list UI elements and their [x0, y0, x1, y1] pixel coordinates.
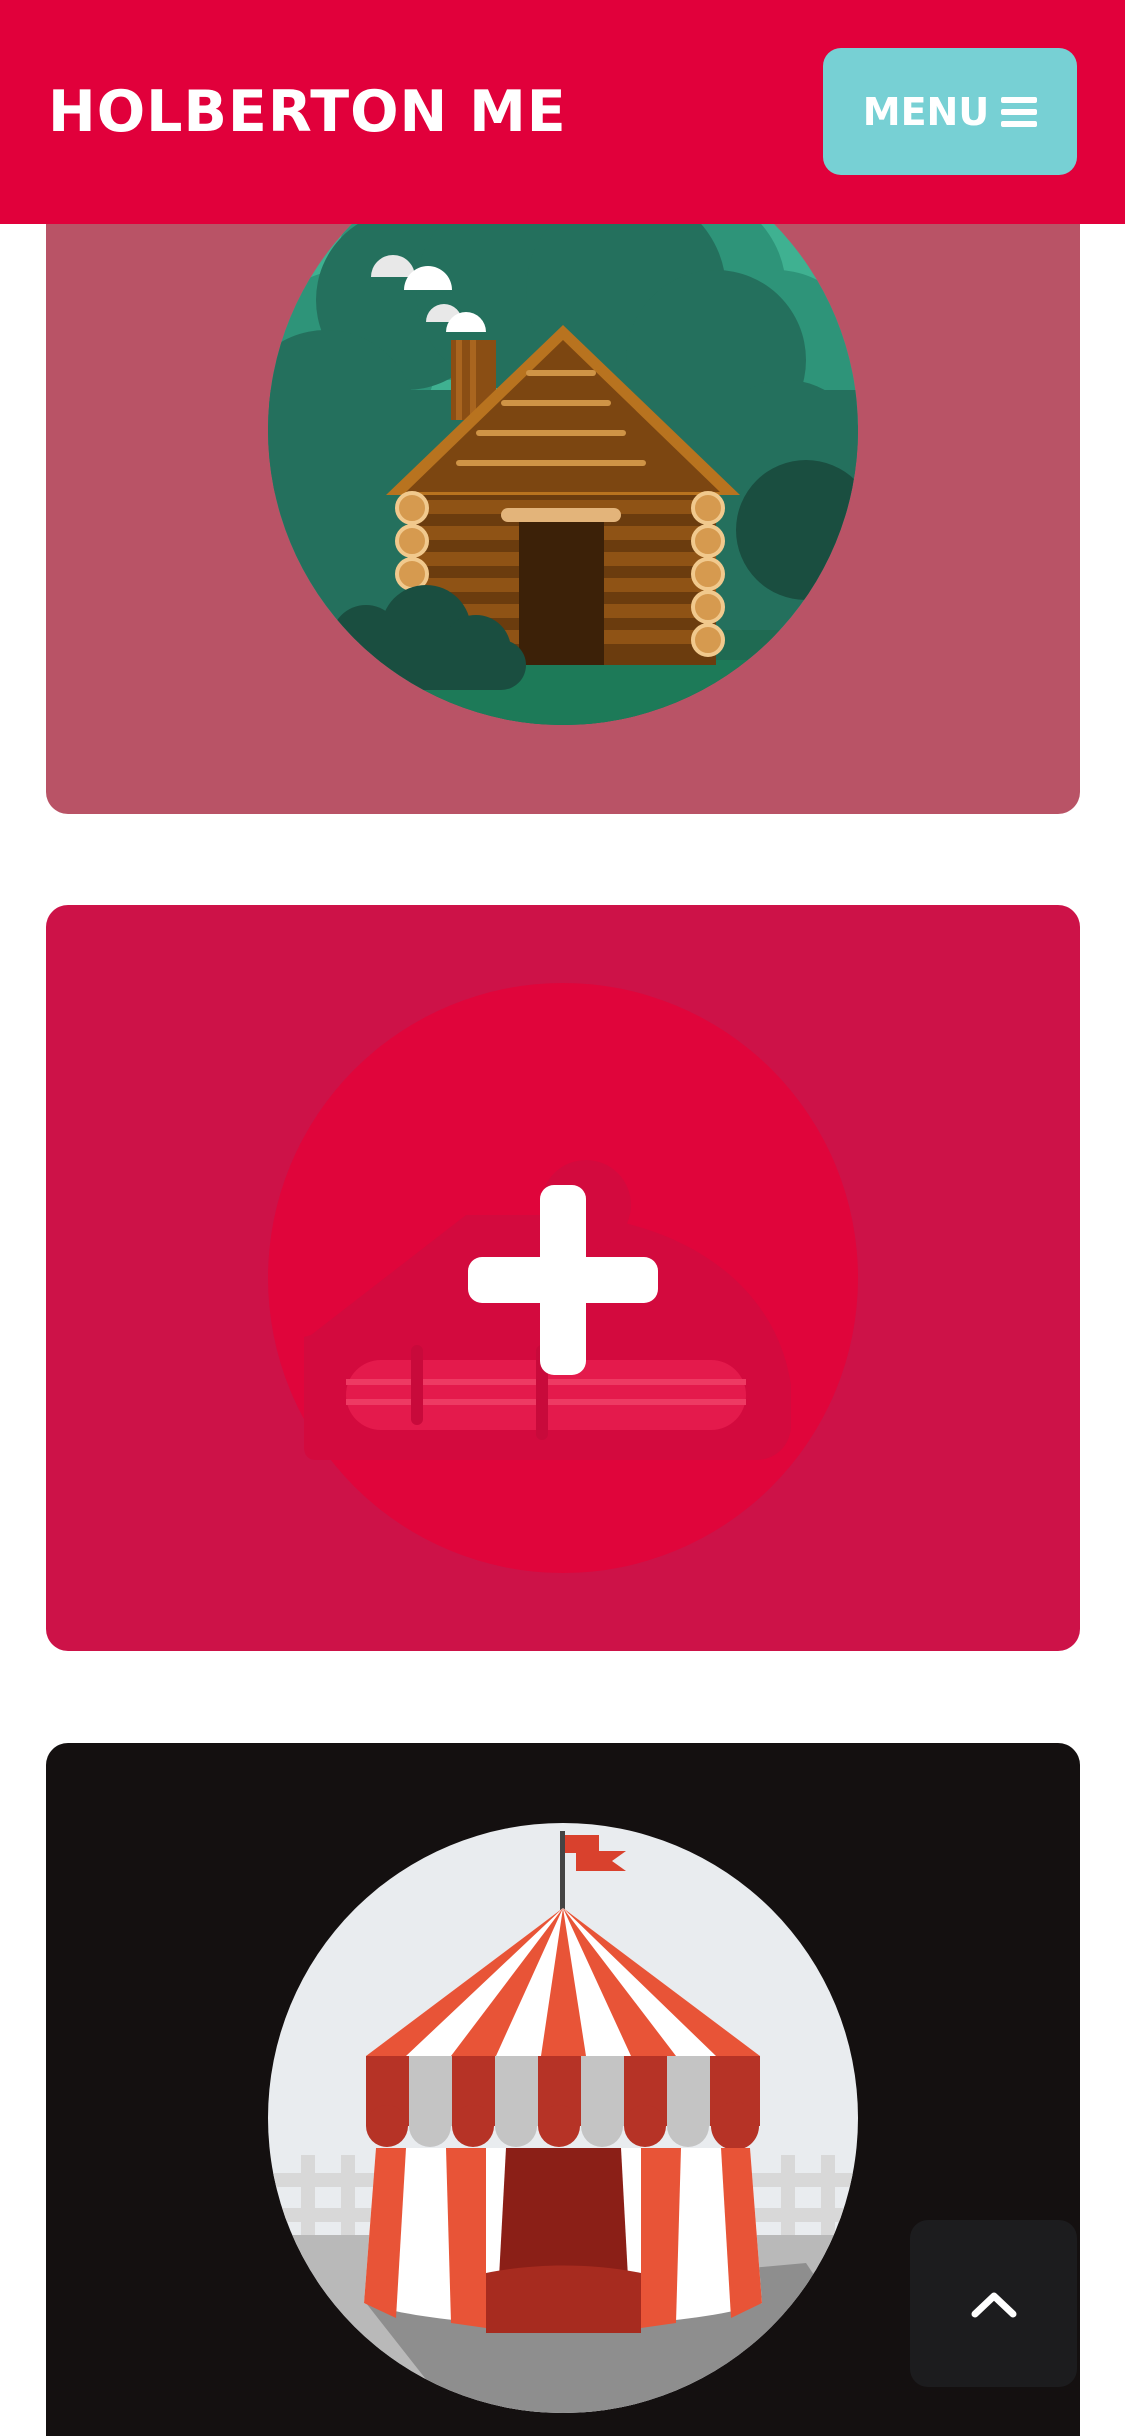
site-header: HOLBERTON ME MENU [0, 0, 1125, 224]
chevron-up-icon [971, 2292, 1016, 2317]
site-brand[interactable]: HOLBERTON ME [48, 0, 567, 224]
plus-icon [468, 1185, 658, 1375]
menu-label: MENU [862, 89, 990, 134]
hamburger-icon [1001, 96, 1038, 127]
menu-button[interactable]: MENU [823, 48, 1077, 175]
scroll-to-top-button[interactable] [910, 2220, 1077, 2387]
add-project-button[interactable] [468, 1185, 658, 1375]
